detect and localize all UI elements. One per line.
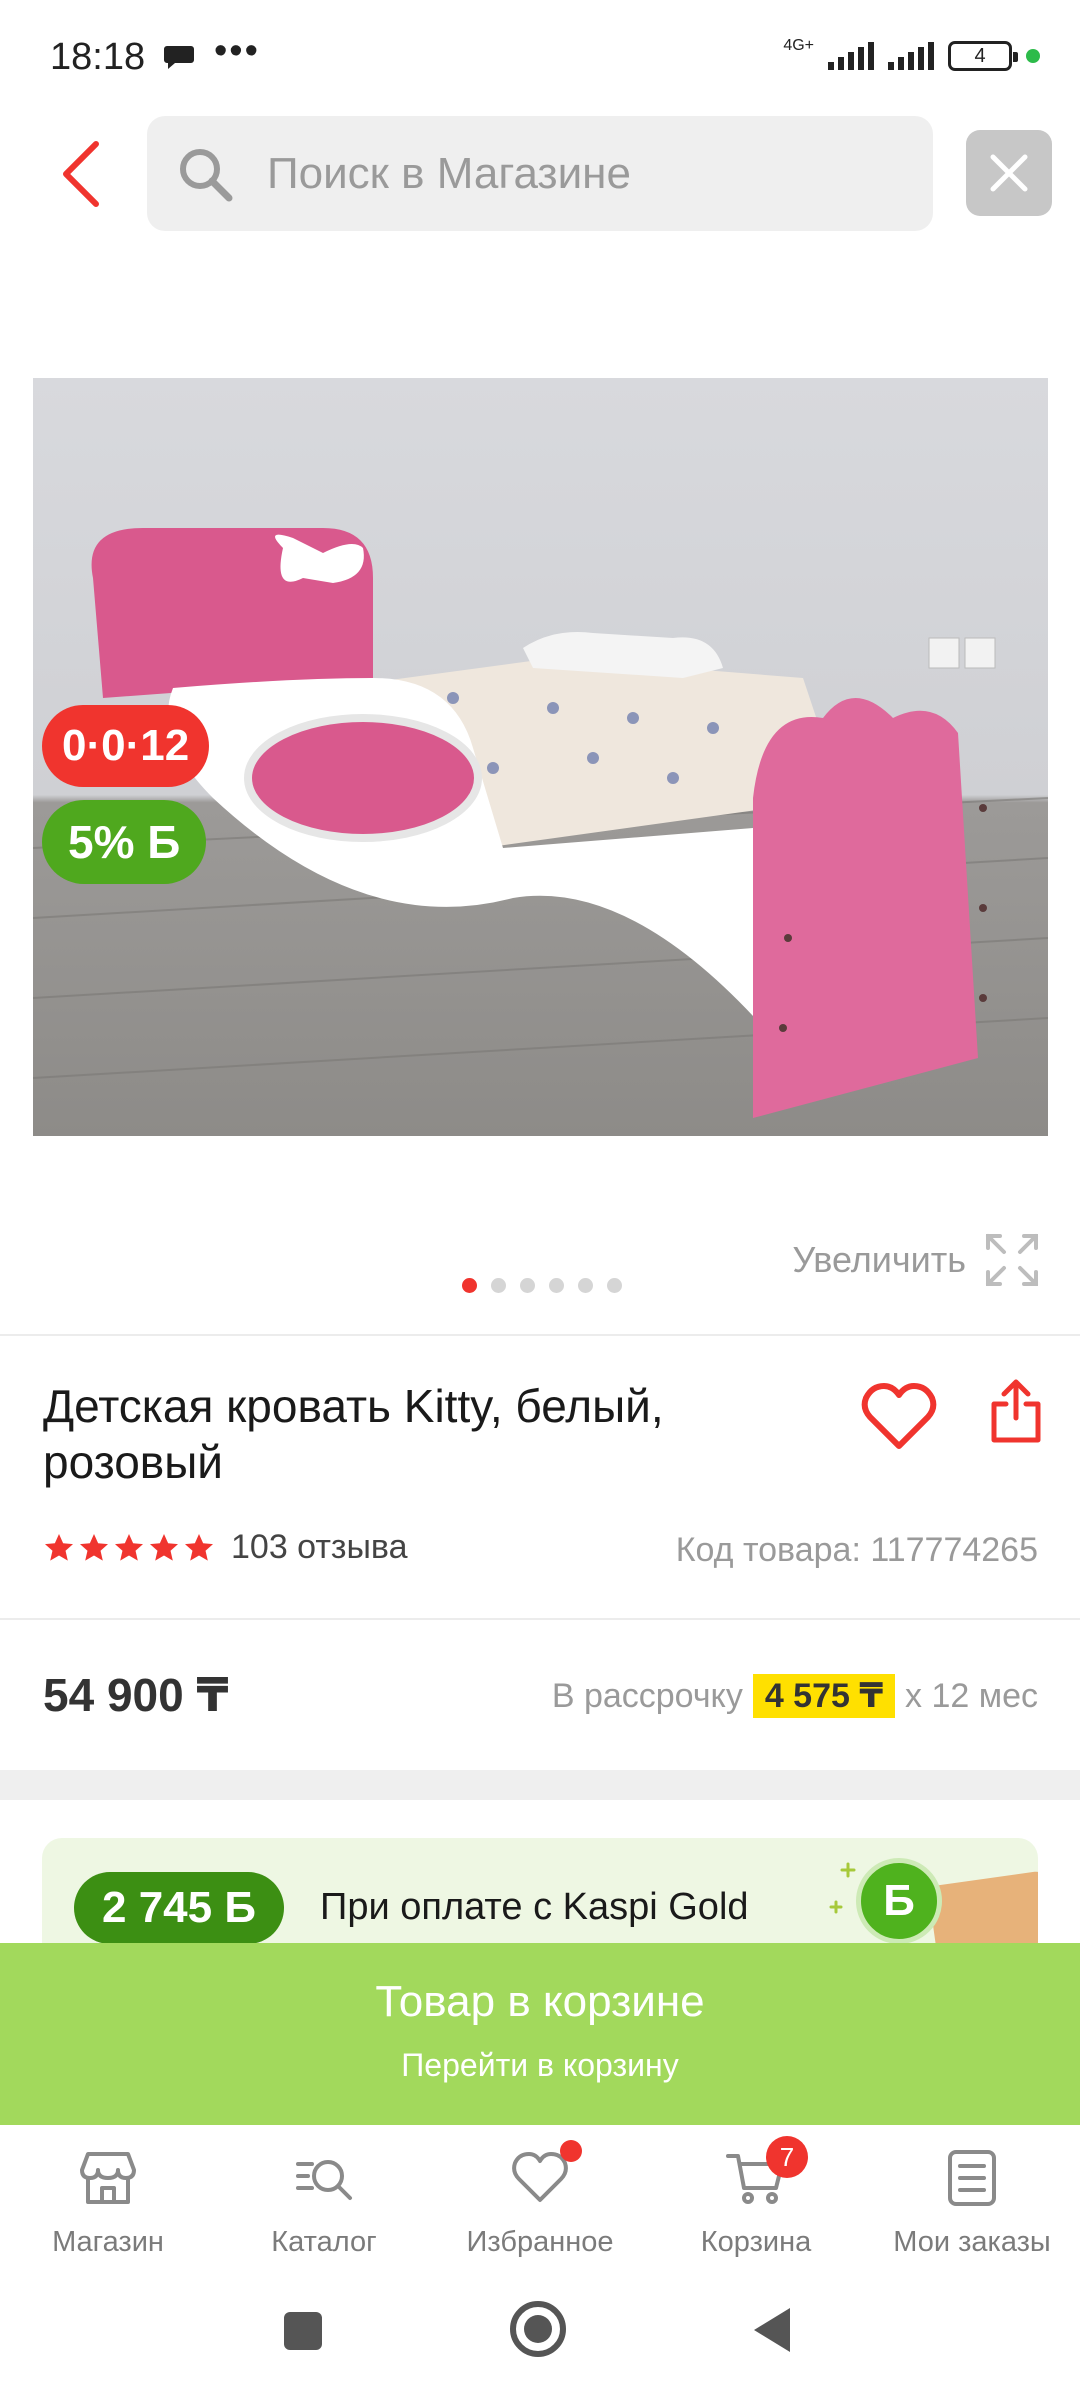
pagination-dot[interactable] [549, 1278, 564, 1293]
gallery-pagination [462, 1278, 622, 1293]
kaspi-promo-text: При оплате с Kaspi Gold [320, 1886, 749, 1928]
installment-suffix: x 12 мес [905, 1676, 1038, 1715]
section-separator [0, 1770, 1080, 1800]
rating-stars [43, 1532, 215, 1564]
pagination-dot[interactable] [462, 1278, 477, 1293]
battery-level: 4 [974, 45, 986, 67]
close-icon [990, 154, 1028, 192]
nav-item-cart[interactable]: 7 Корзина [648, 2126, 864, 2276]
search-placeholder: Поиск в Магазине [267, 148, 631, 198]
installment-amount: 4 575 ₸ [752, 1674, 895, 1718]
bonus-coin-icon: Б [856, 1858, 942, 1944]
kaspi-bonus-badge: 2 745 Б [74, 1872, 284, 1944]
network-type: 4G+ [783, 37, 814, 54]
divider [0, 1618, 1080, 1620]
store-icon [80, 2152, 136, 2204]
rating[interactable]: 103 отзыва [43, 1528, 408, 1567]
divider [0, 1334, 1080, 1336]
signal-2-icon [888, 42, 934, 70]
message-icon [164, 46, 194, 69]
reviews-link[interactable]: 103 отзыва [231, 1528, 408, 1567]
expand-icon [986, 1234, 1038, 1286]
bottom-navigation: Магазин Каталог Избранное 7 Корзина Мои … [0, 2126, 1080, 2276]
signal-icon [828, 42, 874, 70]
pagination-dot[interactable] [607, 1278, 622, 1293]
home-button[interactable] [510, 2301, 566, 2357]
nav-label: Корзина [700, 2226, 812, 2258]
search-icon [180, 148, 233, 201]
nav-label: Избранное [466, 2226, 614, 2258]
clear-search-button[interactable] [966, 130, 1052, 216]
product-price: 54 900 ₸ [43, 1669, 229, 1721]
star-icon [80, 1533, 108, 1561]
star-icon [185, 1533, 213, 1561]
kaspi-card-image [927, 1870, 1038, 1948]
zoom-label: Увеличить [792, 1239, 966, 1280]
status-more-dots: ••• [214, 30, 260, 72]
privacy-dot-icon [1026, 49, 1040, 63]
recent-apps-button[interactable] [284, 2312, 322, 2350]
nav-label: Магазин [52, 2226, 164, 2258]
zoom-button[interactable]: Увеличить [792, 1232, 1040, 1288]
battery-icon: 4 [948, 41, 1018, 71]
status-indicators: 4G+ 4 [783, 36, 1040, 76]
catalog-icon [296, 2160, 352, 2200]
timer-badge: 0·0·12 [42, 705, 210, 787]
go-to-cart-button[interactable]: Товар в корзине Перейти в корзину [0, 1943, 1080, 2125]
status-time: 18:18 [50, 36, 146, 78]
cart-count-badge: 7 [766, 2136, 808, 2178]
star-icon [150, 1533, 178, 1561]
nav-item-store[interactable]: Магазин [0, 2126, 216, 2276]
nav-item-orders[interactable]: Мои заказы [864, 2126, 1080, 2276]
installment-prefix: В рассрочку [551, 1676, 743, 1715]
nav-label: Мои заказы [893, 2226, 1051, 2258]
product-code: Код товара: 117774265 [675, 1531, 1038, 1569]
status-bar: 18:18 ••• 4G+ 4 [0, 0, 1080, 112]
star-icon [45, 1533, 73, 1561]
cart-banner-title: Товар в корзине [375, 1977, 705, 2026]
cart-banner-subtitle: Перейти в корзину [401, 2047, 679, 2083]
share-icon[interactable] [988, 1376, 1044, 1446]
nav-item-catalog[interactable]: Каталог [216, 2126, 432, 2276]
pagination-dot[interactable] [578, 1278, 593, 1293]
back-arrow-icon[interactable] [52, 136, 112, 212]
notification-dot [560, 2140, 582, 2162]
pagination-dot[interactable] [520, 1278, 535, 1293]
orders-icon [948, 2150, 996, 2206]
bonus-badge: 5% Б [42, 800, 207, 884]
product-title: Детская кровать Kitty, белый, розовый [43, 1380, 664, 1488]
kaspi-gold-promo[interactable]: 2 745 Б При оплате с Kaspi Gold Б [42, 1838, 1038, 1948]
nav-item-favorites[interactable]: Избранное [432, 2126, 648, 2276]
system-navigation-bar [0, 2276, 1080, 2400]
search-input[interactable]: Поиск в Магазине [147, 116, 933, 231]
nav-label: Каталог [271, 2226, 377, 2258]
installment-info: В рассрочку 4 575 ₸ x 12 мес [552, 1674, 1038, 1718]
favorite-heart-icon[interactable] [860, 1380, 938, 1452]
system-back-button[interactable] [754, 2308, 790, 2352]
star-icon [115, 1533, 143, 1561]
pagination-dot[interactable] [491, 1278, 506, 1293]
